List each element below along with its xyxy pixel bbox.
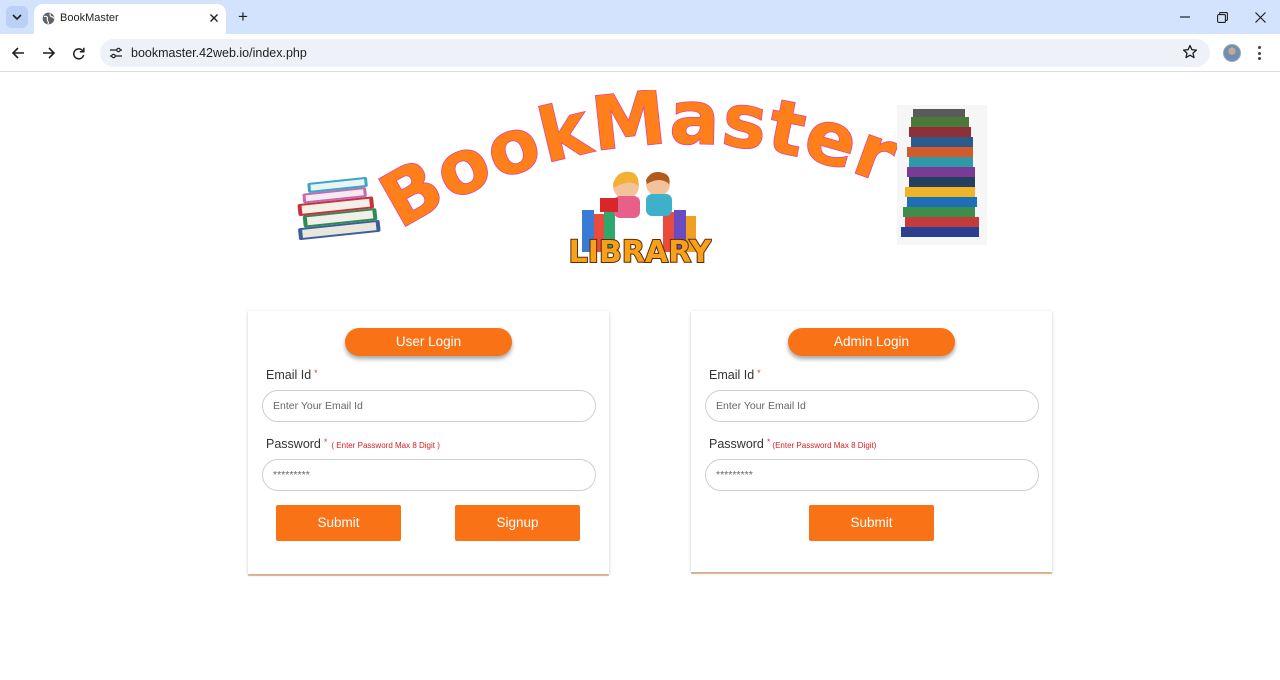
user-submit-button[interactable]: Submit — [276, 505, 401, 541]
user-password-hint: ( Enter Password Max 8 Digit ) — [331, 441, 440, 450]
reload-icon[interactable] — [68, 43, 88, 63]
bookmark-star-icon[interactable] — [1182, 44, 1198, 60]
restore-icon[interactable] — [1212, 7, 1232, 27]
user-login-heading: User Login — [345, 328, 512, 356]
plus-icon[interactable]: + — [234, 8, 252, 26]
window-close-icon[interactable] — [1250, 7, 1270, 27]
site-settings-icon[interactable] — [109, 46, 123, 60]
user-email-label: Email Id * — [266, 368, 318, 382]
user-login-card: User Login Email Id* Password*( Enter Pa… — [248, 311, 609, 574]
required-mark: * — [757, 368, 761, 378]
globe-icon — [42, 12, 55, 25]
browser-toolbar: bookmaster.42web.io/index.php — [0, 34, 1280, 72]
tab-title: BookMaster — [60, 12, 119, 24]
user-email-label-text: Email Id — [266, 368, 312, 382]
required-mark: * — [766, 437, 771, 447]
user-email-field[interactable] — [262, 390, 596, 422]
admin-login-card: Admin Login Email Id* Password*(Enter Pa… — [691, 311, 1052, 572]
admin-password-hint: (Enter Password Max 8 Digit) — [772, 441, 877, 450]
more-menu-icon[interactable] — [1255, 44, 1263, 62]
admin-email-field[interactable] — [705, 390, 1039, 422]
user-password-field[interactable] — [262, 459, 596, 491]
library-kids-image: LIBRARY — [568, 171, 712, 271]
url-text[interactable]: bookmaster.42web.io/index.php — [131, 46, 307, 60]
browser-tab[interactable]: BookMaster — [34, 4, 226, 34]
admin-password-field[interactable] — [705, 459, 1039, 491]
required-mark: * — [323, 437, 328, 447]
admin-login-heading: Admin Login — [788, 328, 955, 356]
admin-email-label: Email Id * — [709, 368, 761, 382]
back-icon[interactable] — [8, 43, 28, 63]
forward-icon[interactable] — [38, 43, 58, 63]
admin-password-label: Password * (Enter Password Max 8 Digit) — [709, 437, 876, 451]
required-mark: * — [314, 368, 318, 378]
minimize-icon[interactable] — [1175, 7, 1195, 27]
signup-button[interactable]: Signup — [455, 505, 580, 541]
close-icon[interactable] — [206, 10, 222, 26]
user-password-label-text: Password — [266, 437, 321, 451]
admin-password-label-text: Password — [709, 437, 764, 451]
profile-avatar[interactable] — [1223, 44, 1241, 62]
book-stack-left-image — [297, 177, 381, 241]
admin-submit-button[interactable]: Submit — [809, 505, 934, 541]
user-password-label: Password *( Enter Password Max 8 Digit ) — [266, 437, 440, 451]
tab-strip: BookMaster + — [0, 0, 1280, 34]
tab-list-icon[interactable] — [6, 6, 28, 28]
address-bar[interactable]: bookmaster.42web.io/index.php — [100, 39, 1210, 67]
admin-email-label-text: Email Id — [709, 368, 755, 382]
book-stack-right-image — [897, 105, 987, 245]
library-text: LIBRARY — [569, 235, 712, 270]
